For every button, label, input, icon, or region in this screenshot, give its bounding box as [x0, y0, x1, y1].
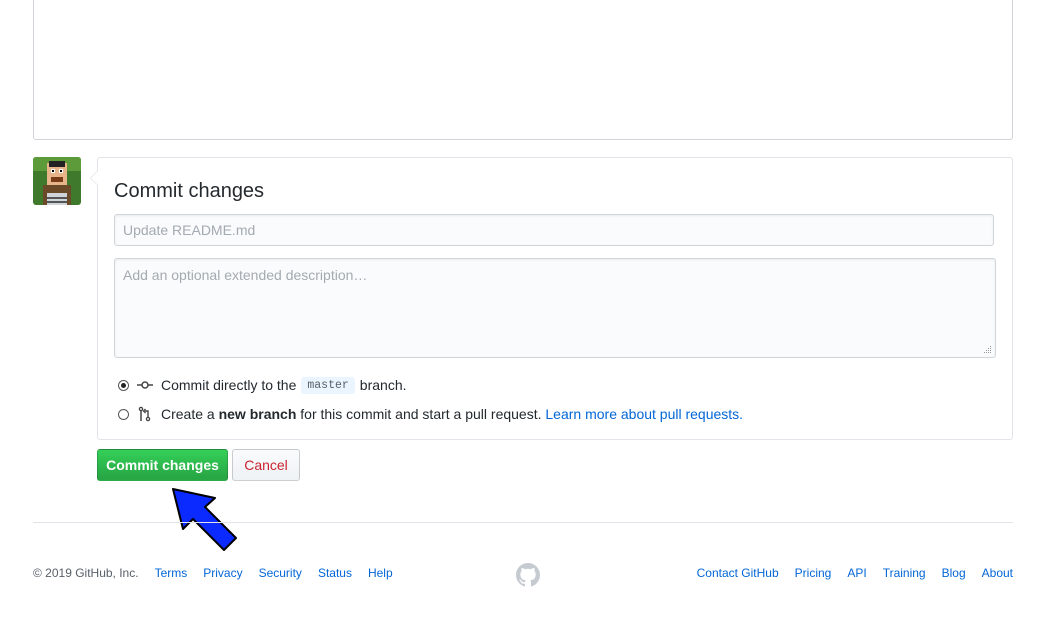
footer-divider — [33, 522, 1013, 523]
option-commit-directly[interactable]: Commit directly to the master branch. — [118, 375, 407, 395]
footer-link-help[interactable]: Help — [368, 566, 393, 580]
new-branch-text-post: for this commit and start a pull request… — [300, 406, 542, 422]
avatar-image — [33, 157, 81, 205]
blue-pointer-arrow-icon — [172, 488, 237, 551]
file-editor-panel — [33, 0, 1013, 140]
footer-link-security[interactable]: Security — [259, 566, 302, 580]
footer-link-api[interactable]: API — [847, 566, 866, 580]
learn-more-pull-requests-link[interactable]: Learn more about pull requests. — [545, 406, 743, 422]
footer-link-terms[interactable]: Terms — [155, 566, 188, 580]
branch-name: master — [301, 376, 355, 394]
resize-grip-icon[interactable] — [984, 346, 992, 354]
footer-link-training[interactable]: Training — [883, 566, 926, 580]
commit-summary-input[interactable] — [114, 214, 994, 246]
commit-description-textarea[interactable] — [114, 258, 996, 358]
git-commit-icon — [137, 381, 153, 389]
commit-directly-radio[interactable] — [118, 379, 129, 391]
footer-link-pricing[interactable]: Pricing — [795, 566, 832, 580]
copyright-text: © 2019 GitHub, Inc. — [33, 566, 139, 580]
commit-form-title: Commit changes — [114, 180, 265, 202]
cancel-button[interactable]: Cancel — [232, 449, 300, 481]
new-branch-radio[interactable] — [118, 408, 129, 420]
footer-link-contact[interactable]: Contact GitHub — [697, 566, 779, 580]
footer-left-links: © 2019 GitHub, Inc. Terms Privacy Securi… — [33, 566, 409, 580]
commit-changes-button[interactable]: Commit changes — [97, 449, 228, 481]
site-footer: © 2019 GitHub, Inc. Terms Privacy Securi… — [33, 563, 1013, 587]
new-branch-text-pre: Create a — [161, 406, 215, 422]
commit-directly-text-pre: Commit directly to the — [161, 377, 297, 393]
commit-directly-text-post: branch. — [359, 377, 407, 393]
footer-link-privacy[interactable]: Privacy — [203, 566, 242, 580]
new-branch-text-bold: new branch — [218, 406, 297, 422]
git-pull-request-icon — [138, 406, 151, 422]
footer-link-status[interactable]: Status — [318, 566, 352, 580]
github-mark-icon[interactable] — [516, 563, 540, 587]
footer-right-links: Contact GitHub Pricing API Training Blog… — [681, 566, 1013, 580]
commit-form-panel: Commit changes Commit directly to the ma… — [90, 157, 1013, 440]
user-avatar[interactable] — [33, 157, 81, 205]
footer-link-about[interactable]: About — [982, 566, 1013, 580]
footer-link-blog[interactable]: Blog — [942, 566, 966, 580]
option-new-branch[interactable]: Create a new branch for this commit and … — [118, 404, 743, 424]
